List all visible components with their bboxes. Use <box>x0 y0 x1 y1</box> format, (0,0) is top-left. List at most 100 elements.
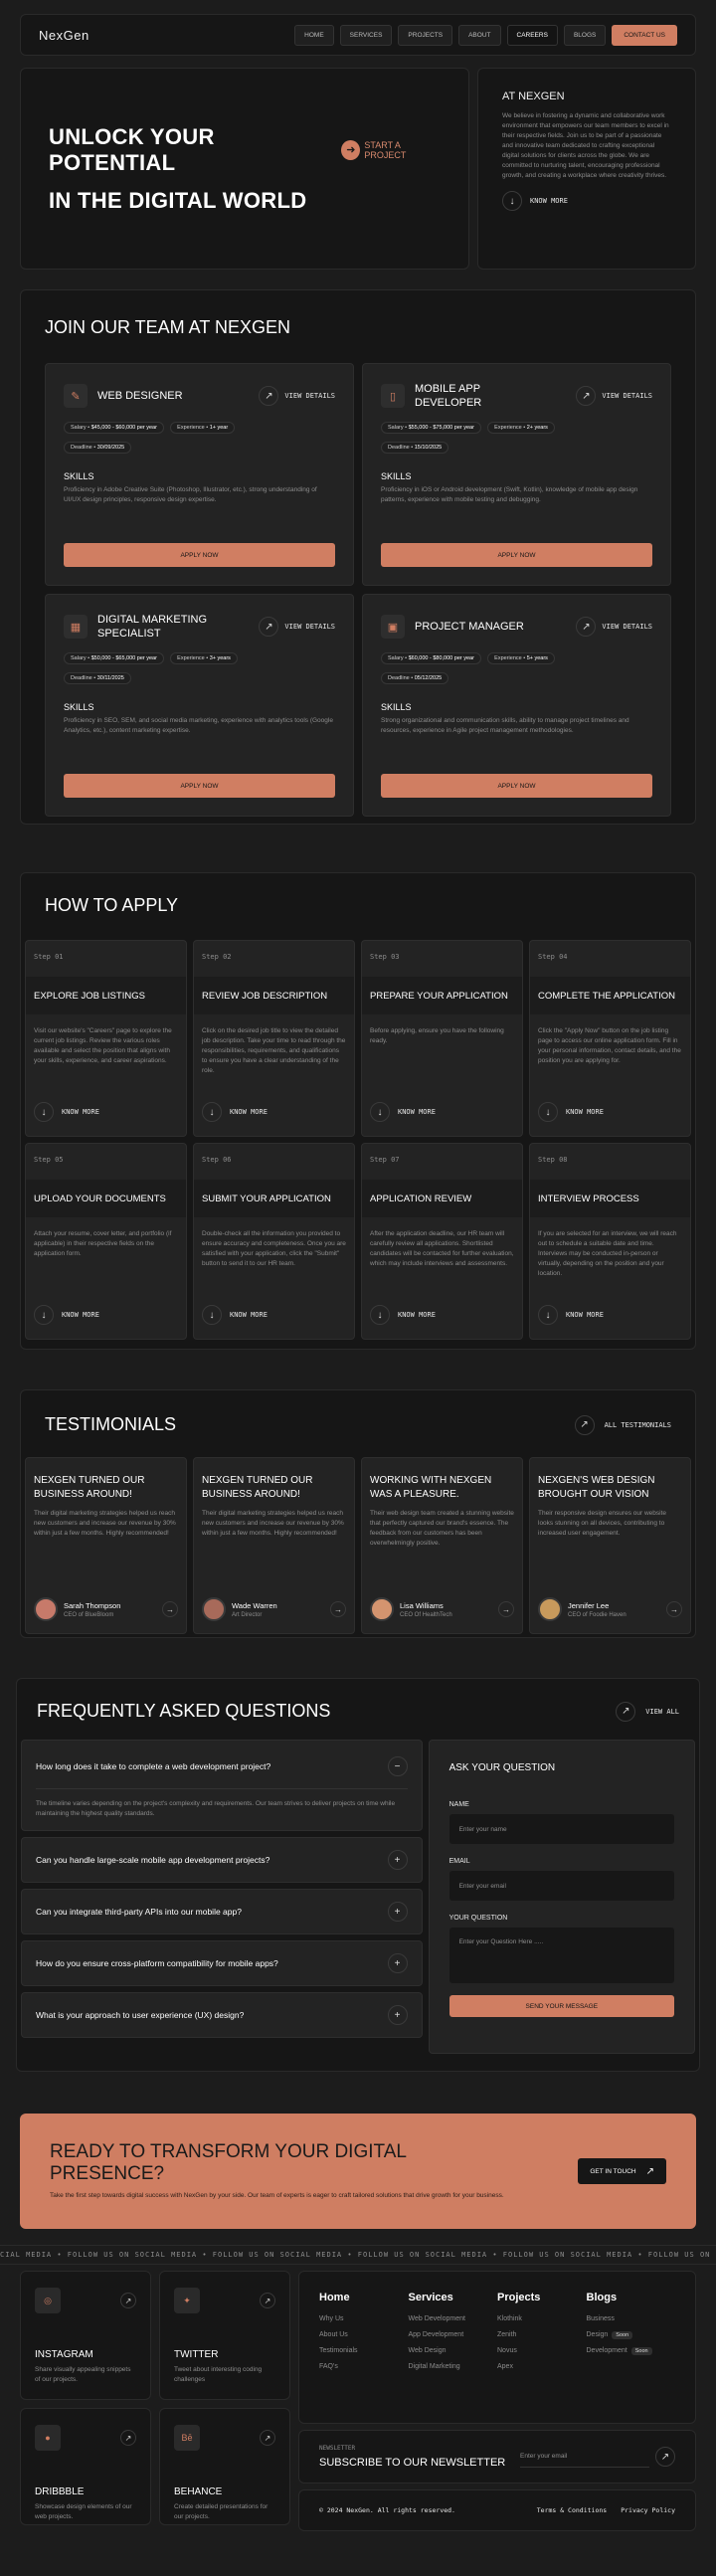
subscribe-arrow-icon[interactable]: ↗ <box>655 2447 675 2467</box>
nav-projects[interactable]: PROJECTS <box>398 24 453 46</box>
apply-step-card: Step 08 INTERVIEW PROCESS If you are sel… <box>529 1143 691 1340</box>
footer-col-title[interactable]: Blogs <box>587 2292 676 2303</box>
jobs-title: JOIN OUR TEAM AT NEXGEN <box>45 317 291 337</box>
nav-services[interactable]: SERVICES <box>339 24 393 46</box>
step-text: Click the "Apply Now" button on the job … <box>538 1027 681 1064</box>
hero-know-more[interactable]: ↓ KNOW MORE <box>502 191 671 211</box>
name-input[interactable]: Enter your name <box>448 1814 674 1844</box>
step-know-more[interactable]: ↓ KNOW MORE <box>370 1102 436 1122</box>
arrow-up-right-icon: ↗ <box>120 2430 136 2446</box>
faq-item[interactable]: Can you handle large-scale mobile app de… <box>21 1837 423 1883</box>
view-details-link[interactable]: ↗ VIEW DETAILS <box>576 386 652 406</box>
faq-view-all-link[interactable]: ↗ VIEW ALL <box>616 1701 679 1722</box>
plus-icon[interactable]: + <box>387 1850 408 1870</box>
arrow-up-right-icon: ↗ <box>260 2430 275 2446</box>
step-know-more[interactable]: ↓ KNOW MORE <box>202 1305 268 1325</box>
step-know-more[interactable]: ↓ KNOW MORE <box>34 1102 99 1122</box>
footer-col-title[interactable]: Services <box>409 2292 498 2303</box>
deadline-label: Deadline <box>71 675 92 681</box>
footer-link[interactable]: Web Development <box>409 2315 465 2322</box>
footer-link[interactable]: Novus <box>497 2347 517 2354</box>
all-testimonials-link[interactable]: ↗ ALL TESTIMONIALS <box>574 1414 671 1435</box>
view-details-link[interactable]: ↗ VIEW DETAILS <box>259 386 335 406</box>
plus-icon[interactable]: + <box>387 1953 408 1973</box>
send-message-button[interactable]: SEND YOUR MESSAGE <box>448 1995 674 2017</box>
arrow-up-right-icon: ↗ <box>576 386 597 406</box>
step-text: Visit our website's "Careers" page to ex… <box>34 1027 172 1064</box>
footer-link[interactable]: FAQ's <box>319 2363 338 2370</box>
question-textarea[interactable]: Enter your Question Here ..... <box>448 1928 674 1983</box>
minus-icon[interactable]: − <box>387 1756 408 1776</box>
arrow-right-icon[interactable]: → <box>498 1601 514 1617</box>
nav-careers[interactable]: CAREERS <box>506 24 558 46</box>
footer-link[interactable]: App Development <box>409 2331 464 2338</box>
arrow-up-right-icon: ↗ <box>645 2165 654 2177</box>
view-details-link[interactable]: ↗ VIEW DETAILS <box>259 617 335 637</box>
view-details-label: VIEW DETAILS <box>602 392 652 400</box>
newsletter-email-input[interactable]: Enter your email <box>520 2446 649 2468</box>
arrow-down-icon: ↓ <box>34 1305 54 1325</box>
social-card-dribbble[interactable]: ● ↗ DRIBBBLE Showcase design elements of… <box>20 2408 151 2525</box>
nav-about[interactable]: ABOUT <box>458 24 501 46</box>
footer-link[interactable]: About Us <box>319 2331 348 2338</box>
step-know-more[interactable]: ↓ KNOW MORE <box>538 1305 604 1325</box>
avatar <box>34 1597 58 1621</box>
faq-item[interactable]: What is your approach to user experience… <box>21 1992 423 2038</box>
salary-label: Salary <box>71 655 87 661</box>
step-know-more[interactable]: ↓ KNOW MORE <box>202 1102 268 1122</box>
faq-item[interactable]: Can you integrate third-party APIs into … <box>21 1889 423 1934</box>
footer-col-title[interactable]: Projects <box>497 2292 587 2303</box>
terms-link[interactable]: Terms & Conditions <box>537 2506 607 2514</box>
footer-link[interactable]: Design <box>587 2331 609 2338</box>
footer-link[interactable]: Digital Marketing <box>409 2363 460 2370</box>
how-to-apply-title: HOW TO APPLY <box>45 895 179 915</box>
arrow-right-icon[interactable]: → <box>162 1601 178 1617</box>
arrow-right-icon[interactable]: → <box>330 1601 346 1617</box>
footer-bottom: © 2024 NexGen. All rights reserved. Term… <box>298 2489 696 2531</box>
footer-link[interactable]: Web Design <box>409 2347 447 2354</box>
salary-pill: Salary • $60,000 - $80,000 per year <box>381 652 481 664</box>
footer-link[interactable]: Klothink <box>497 2315 522 2322</box>
footer-link[interactable]: Apex <box>497 2363 513 2370</box>
plus-icon[interactable]: + <box>387 1902 408 1922</box>
arrow-right-icon: ➜ <box>341 139 361 160</box>
nav-blogs[interactable]: BLOGS <box>563 24 607 46</box>
step-title: APPLICATION REVIEW <box>362 1180 522 1217</box>
logo[interactable]: NexGen <box>39 28 90 43</box>
contact-us-button[interactable]: CONTACT US <box>612 24 677 46</box>
footer-link[interactable]: Why Us <box>319 2315 344 2322</box>
social-card-instagram[interactable]: ◎ ↗ INSTAGRAM Share visually appealing s… <box>20 2271 151 2400</box>
start-project-button[interactable]: ➜ START A PROJECT <box>341 139 441 160</box>
skills-heading: SKILLS <box>381 471 412 481</box>
testimonial-card: NEXGEN'S WEB DESIGN BROUGHT OUR VISION T… <box>529 1457 691 1634</box>
footer-col-title[interactable]: Home <box>319 2292 409 2303</box>
job-card: ▦ DIGITAL MARKETING SPECIALIST ↗ VIEW DE… <box>45 594 354 817</box>
social-card-twitter[interactable]: ✦ ↗ TWITTER Tweet about interesting codi… <box>159 2271 290 2400</box>
step-know-more[interactable]: ↓ KNOW MORE <box>370 1305 436 1325</box>
view-details-link[interactable]: ↗ VIEW DETAILS <box>576 617 652 637</box>
apply-now-button[interactable]: APPLY NOW <box>381 543 652 567</box>
step-know-more[interactable]: ↓ KNOW MORE <box>538 1102 604 1122</box>
social-card-behance[interactable]: Bē ↗ BEHANCE Create detailed presentatio… <box>159 2408 290 2525</box>
footer-link[interactable]: Development <box>587 2347 627 2354</box>
apply-step-card: Step 01 EXPLORE JOB LISTINGS Visit our w… <box>25 940 187 1137</box>
pen-icon: ✎ <box>64 384 88 408</box>
apply-now-button[interactable]: APPLY NOW <box>64 543 335 567</box>
email-input[interactable]: Enter your email <box>448 1871 674 1901</box>
nav-home[interactable]: HOME <box>294 24 334 46</box>
arrow-right-icon[interactable]: → <box>666 1601 682 1617</box>
footer-link[interactable]: Zenith <box>497 2331 516 2338</box>
step-know-more[interactable]: ↓ KNOW MORE <box>34 1305 99 1325</box>
experience-pill: Experience • 3+ years <box>170 652 238 664</box>
plus-icon[interactable]: + <box>387 2005 408 2025</box>
apply-now-button[interactable]: APPLY NOW <box>381 774 652 798</box>
testimonials-title: TESTIMONIALS <box>45 1414 177 1434</box>
apply-now-button[interactable]: APPLY NOW <box>64 774 335 798</box>
get-in-touch-button[interactable]: GET IN TOUCH ↗ <box>578 2158 666 2184</box>
privacy-link[interactable]: Privacy Policy <box>621 2506 675 2514</box>
footer-link[interactable]: Testimonials <box>319 2347 358 2354</box>
footer-link[interactable]: Business <box>587 2315 615 2322</box>
experience-pill: Experience • 1+ year <box>170 422 236 434</box>
faq-item[interactable]: How long does it take to complete a web … <box>21 1740 423 1831</box>
faq-item[interactable]: How do you ensure cross-platform compati… <box>21 1940 423 1986</box>
